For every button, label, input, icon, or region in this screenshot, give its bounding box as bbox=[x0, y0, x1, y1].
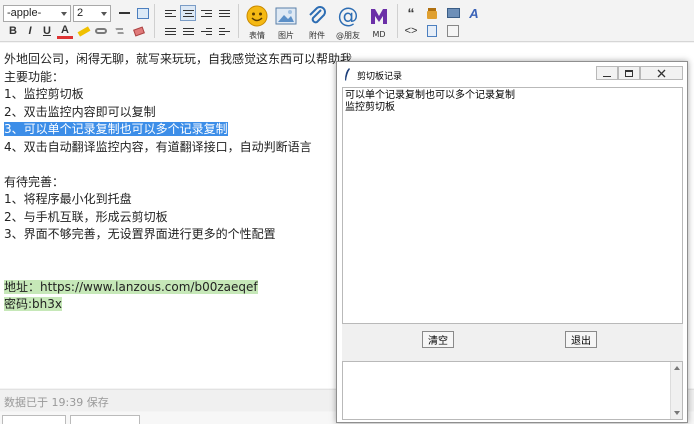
attachment-icon bbox=[309, 6, 326, 24]
align-justify-icon[interactable] bbox=[216, 5, 232, 21]
bottom-tab[interactable] bbox=[70, 415, 140, 424]
markdown-icon bbox=[371, 9, 387, 24]
horizontal-rule-icon[interactable] bbox=[116, 5, 132, 21]
selected-text: 3、可以单个记录复制也可以多个记录复制 bbox=[4, 122, 228, 136]
unlink-icon[interactable] bbox=[112, 23, 128, 39]
button-row: 清空 退出 bbox=[342, 324, 683, 361]
code-button[interactable]: <> bbox=[403, 23, 419, 39]
align-center-icon[interactable] bbox=[180, 5, 196, 21]
exit-button[interactable]: 退出 bbox=[565, 331, 597, 348]
quote-button[interactable]: “ bbox=[403, 5, 419, 21]
mention-button[interactable]: @ @朋友 bbox=[333, 4, 363, 41]
clear-format-icon[interactable] bbox=[131, 23, 147, 39]
maximize-icon bbox=[625, 69, 633, 77]
unordered-list-icon[interactable] bbox=[180, 23, 196, 39]
source-icon[interactable] bbox=[424, 23, 440, 39]
table-icon[interactable] bbox=[135, 5, 151, 21]
bottom-tab[interactable] bbox=[2, 415, 66, 424]
emoji-label: 表情 bbox=[249, 31, 265, 40]
underline-button[interactable]: U bbox=[39, 23, 55, 39]
clipboard-window: 剪切板记录 可以单个记录复制也可以多个记录复制 监控剪切板 清空 退出 bbox=[336, 61, 688, 423]
outdent-icon[interactable] bbox=[216, 23, 232, 39]
indent-icon[interactable] bbox=[198, 23, 214, 39]
bold-button[interactable]: B bbox=[5, 23, 21, 39]
lock-icon[interactable] bbox=[424, 5, 440, 21]
highlight-icon[interactable] bbox=[76, 23, 92, 39]
records-textarea[interactable]: 可以单个记录复制也可以多个记录复制 监控剪切板 bbox=[342, 87, 683, 324]
font-color-button[interactable]: A bbox=[57, 23, 73, 39]
feather-icon bbox=[345, 68, 350, 81]
download-link[interactable]: https://www.lanzous.com/b00zaeqef bbox=[40, 280, 258, 294]
translation-textarea[interactable] bbox=[342, 361, 683, 420]
address-label: 地址： bbox=[4, 279, 41, 294]
markdown-button[interactable]: MD bbox=[364, 4, 394, 39]
font-size-select[interactable]: 2 bbox=[73, 5, 111, 22]
font-family-value: -apple- bbox=[7, 7, 42, 19]
image-button[interactable]: 图片 bbox=[271, 4, 301, 41]
attachment-button[interactable]: 附件 bbox=[302, 4, 332, 41]
at-icon: @ bbox=[338, 4, 359, 28]
window-title: 剪切板记录 bbox=[357, 72, 403, 82]
emoji-icon bbox=[246, 5, 268, 27]
emoji-button[interactable]: 表情 bbox=[242, 4, 272, 41]
editor-toolbar: -apple- 2 B I U A 表情 图片 附件 @ @朋友 MD “ A bbox=[0, 0, 694, 42]
password-text: 密码:bh3x bbox=[4, 297, 63, 311]
font-family-select[interactable]: -apple- bbox=[3, 5, 71, 22]
window-titlebar[interactable]: 剪切板记录 bbox=[337, 62, 687, 87]
preview-icon[interactable] bbox=[445, 23, 461, 39]
align-right-icon[interactable] bbox=[198, 5, 214, 21]
ordered-list-icon[interactable] bbox=[162, 23, 178, 39]
link-icon[interactable] bbox=[93, 23, 109, 39]
vertical-scrollbar[interactable] bbox=[670, 362, 682, 419]
align-left-icon[interactable] bbox=[162, 5, 178, 21]
markdown-label: MD bbox=[372, 30, 386, 39]
svg-text:@: @ bbox=[338, 4, 359, 28]
font-style-icon[interactable]: A bbox=[466, 5, 482, 21]
maximize-button[interactable] bbox=[618, 66, 640, 80]
minimize-icon bbox=[603, 75, 611, 77]
mention-label: @朋友 bbox=[336, 31, 360, 40]
image-icon bbox=[275, 7, 297, 25]
media-icon[interactable] bbox=[445, 5, 461, 21]
image-label: 图片 bbox=[278, 31, 294, 40]
clear-button[interactable]: 清空 bbox=[422, 331, 454, 348]
minimize-button[interactable] bbox=[596, 66, 618, 80]
font-size-value: 2 bbox=[77, 7, 84, 19]
close-icon bbox=[657, 69, 666, 77]
attachment-label: 附件 bbox=[309, 31, 325, 40]
italic-button[interactable]: I bbox=[22, 23, 38, 39]
close-button[interactable] bbox=[640, 66, 683, 80]
